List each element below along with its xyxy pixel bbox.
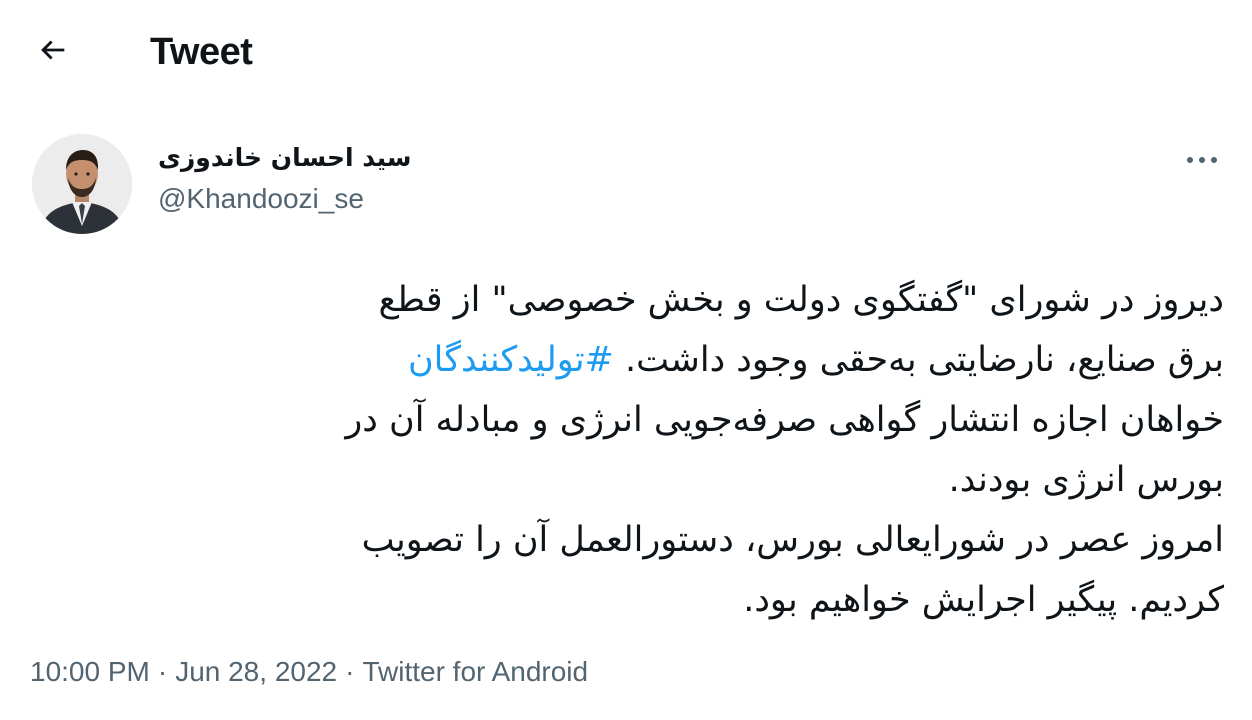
hashtag-link[interactable]: #تولیدکنندگان (408, 340, 614, 380)
author-handle[interactable]: @Khandoozi_se (158, 182, 364, 216)
avatar[interactable] (32, 134, 132, 234)
page-title: Tweet (150, 31, 253, 73)
tweet-line: خواهان اجازه انتشار گواهی صرفه‌جویی انرژ… (345, 400, 1224, 440)
header: Tweet (0, 0, 1252, 100)
separator: · (157, 656, 168, 687)
tweet-line-text: برق صنایع، نارضایتی به‌حقی وجود داشت. (625, 340, 1224, 380)
tweet-line: دیروز در شورای "گفتگوی دولت و بخش خصوصی"… (378, 280, 1224, 320)
tweet-line: برق صنایع، نارضایتی به‌حقی وجود داشت. #ت… (28, 330, 1224, 390)
tweet-page: Tweet سید احسان خاندوزی @Khandoozi_se دی… (0, 0, 1252, 720)
tweet-line: امروز عصر در شورایعالی بورس، دستورالعمل … (361, 520, 1224, 560)
tweet-line: کردیم. پیگیر اجرایش خواهیم بود. (743, 580, 1224, 620)
back-button[interactable] (30, 27, 76, 73)
author-name[interactable]: سید احسان خاندوزی (158, 140, 418, 176)
more-horizontal-icon (1187, 157, 1217, 163)
tweet-line: بورس انرژی بودند. (948, 460, 1224, 500)
tweet-date[interactable]: Jun 28, 2022 (175, 656, 337, 687)
tweet-time[interactable]: 10:00 PM (30, 656, 150, 687)
tweet-text: دیروز در شورای "گفتگوی دولت و بخش خصوصی"… (28, 270, 1224, 630)
arrow-left-icon (41, 40, 65, 60)
avatar-photo (32, 134, 132, 234)
tweet-metadata: 10:00 PM · Jun 28, 2022 · Twitter for Androi… (30, 652, 588, 692)
tweet-source[interactable]: Twitter for Android (362, 656, 588, 687)
more-options-button[interactable] (1178, 140, 1226, 180)
separator: · (345, 656, 355, 687)
